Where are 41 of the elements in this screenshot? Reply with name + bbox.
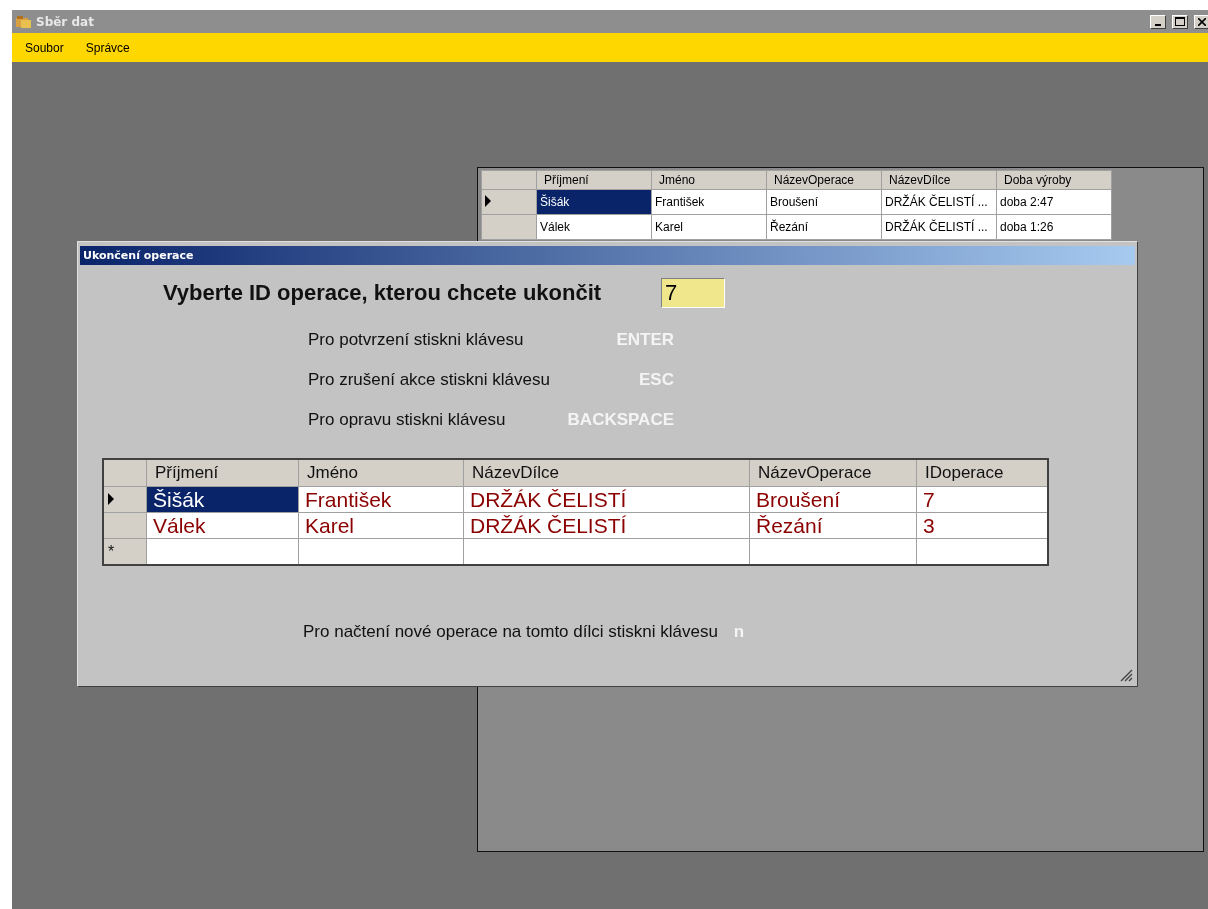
table-cell: DRŽÁK ČELISTÍ ...: [881, 189, 997, 215]
menu-item[interactable]: Soubor: [25, 40, 64, 55]
table-cell: Broušení: [766, 189, 882, 215]
table-cell: doba 1:26: [996, 214, 1112, 240]
prompt-text: Vyberte ID operace, kterou chcete ukončit: [163, 280, 602, 306]
column-header[interactable]: Doba výroby: [996, 170, 1112, 190]
column-header[interactable]: IDoperace: [916, 459, 1048, 487]
new-row-marker: *: [103, 538, 147, 565]
column-header[interactable]: Příjmení: [146, 459, 299, 487]
table-cell: 7: [916, 486, 1048, 513]
table-cell: Šišák: [536, 189, 652, 215]
table-cell: DRŽÁK ČELISTÍ: [463, 486, 750, 513]
table-cell: DRŽÁK ČELISTÍ ...: [881, 214, 997, 240]
window-title: Sběr dat: [36, 14, 95, 29]
hint-text: Pro potvrzení stiskni klávesu: [308, 330, 524, 350]
table-cell: 3: [916, 512, 1048, 539]
column-header[interactable]: Jméno: [298, 459, 464, 487]
column-header[interactable]: NázevDílce: [881, 170, 997, 190]
hint-text: Pro opravu stiskni klávesu: [308, 410, 506, 430]
table-cell: Karel: [651, 214, 767, 240]
table-cell: František: [651, 189, 767, 215]
table-cell: Broušení: [749, 486, 917, 513]
table-cell: doba 2:47: [996, 189, 1112, 215]
column-header[interactable]: NázevDílce: [463, 459, 750, 487]
table-cell: Válek: [536, 214, 652, 240]
table-cell: DRŽÁK ČELISTÍ: [463, 512, 750, 539]
menu-item[interactable]: Správce: [85, 40, 130, 55]
table-cell: František: [298, 486, 464, 513]
table-cell: Šišák: [146, 486, 299, 513]
footer-text: Pro načtení nové operace na tomto dílci stiskni klávesu: [303, 622, 718, 642]
column-header[interactable]: NázevOperace: [766, 170, 882, 190]
dialog-title: Ukončení operace: [80, 246, 1135, 265]
table-cell: Řezání: [749, 512, 917, 539]
id-input-field[interactable]: 7: [661, 278, 726, 308]
hint-text: Pro zrušení akce stiskni klávesu: [308, 370, 550, 390]
column-header[interactable]: NázevOperace: [749, 459, 917, 487]
table-cell: Karel: [298, 512, 464, 539]
table-cell: Válek: [146, 512, 299, 539]
table-cell: Řezání: [766, 214, 882, 240]
column-header[interactable]: Jméno: [651, 170, 767, 190]
column-header[interactable]: Příjmení: [536, 170, 652, 190]
